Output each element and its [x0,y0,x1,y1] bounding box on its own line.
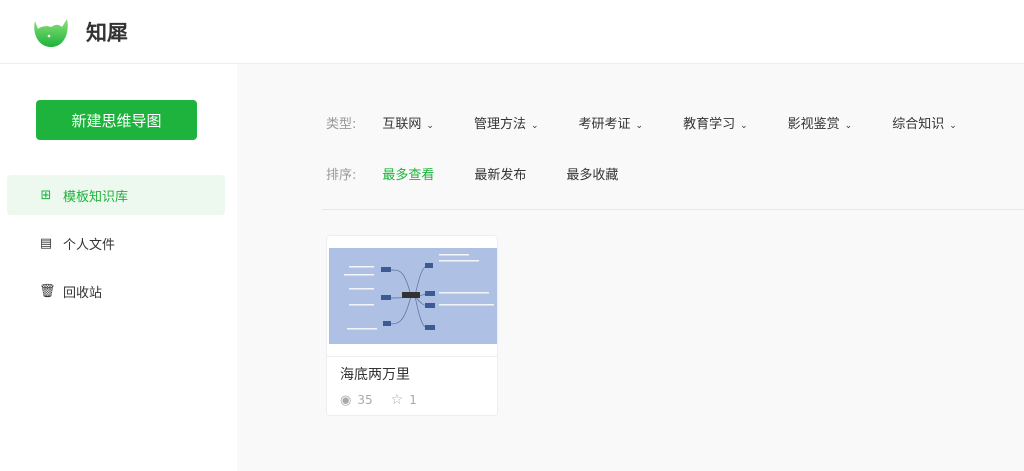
sidebar-item-label: 模板知识库 [63,189,129,205]
card-stats: ◉ 35 ☆ 1 [340,392,417,408]
sort-row: 排序: 最多查看 最新发布 最多收藏 [326,164,658,183]
chevron-down-icon: ⌄ [844,121,853,131]
sort-label: 排序: [326,168,357,183]
type-option[interactable]: 影视鉴赏 ⌄ [788,113,853,132]
header: 知犀 [0,0,1024,64]
type-option[interactable]: 互联网 ⌄ [382,113,434,132]
eye-icon: ◉ [340,392,352,408]
sidebar-item-personal-files[interactable]: ▤ 个人文件 [7,223,225,263]
rhino-logo-icon [34,18,68,47]
file-icon: ▤ [39,235,53,251]
type-filter-row: 类型: 互联网 ⌄ 管理方法 ⌄ 考研考证 ⌄ 教育学习 ⌄ 影视鉴赏 ⌄ 综合知识 ⌄ [326,113,997,132]
sort-most-viewed[interactable]: 最多查看 [382,164,434,183]
mindmap-thumbnail [329,248,497,344]
main-content: 类型: 互联网 ⌄ 管理方法 ⌄ 考研考证 ⌄ 教育学习 ⌄ 影视鉴赏 ⌄ 综合知识 ⌄ 排… [237,64,1024,471]
chevron-down-icon: ⌄ [635,121,644,131]
sidebar-item-label: 个人文件 [63,237,116,253]
sort-most-starred[interactable]: 最多收藏 [566,164,618,183]
chevron-down-icon: ⌄ [426,121,434,131]
card-title: 海底两万里 [340,367,410,383]
divider [327,356,497,357]
sidebar-item-trash[interactable]: 🗑 回收站 [7,271,225,311]
trash-icon: 🗑 [39,283,56,299]
chevron-down-icon: ⌄ [740,121,748,131]
type-label: 类型: [326,117,357,132]
brand-name: 知犀 [86,20,128,45]
filter-panel: 类型: 互联网 ⌄ 管理方法 ⌄ 考研考证 ⌄ 教育学习 ⌄ 影视鉴赏 ⌄ 综合知识 ⌄ 排… [322,64,1024,210]
type-option[interactable]: 教育学习 ⌄ [683,113,748,132]
sidebar-item-label: 回收站 [63,285,103,301]
sidebar-item-templates[interactable]: ⊞ 模板知识库 [7,175,225,215]
type-option[interactable]: 综合知识 ⌄ [892,113,957,132]
type-option[interactable]: 考研考证 ⌄ [579,113,644,132]
grid-icon: ⊞ [40,187,52,203]
new-mindmap-button[interactable]: 新建思维导图 [36,100,197,140]
template-card[interactable]: 海底两万里 ◉ 35 ☆ 1 [326,235,498,416]
star-count: 1 [409,393,417,407]
sidebar: 新建思维导图 ⊞ 模板知识库 ▤ 个人文件 🗑 回收站 [0,64,237,471]
view-count: 35 [357,393,373,407]
type-option[interactable]: 管理方法 ⌄ [474,113,539,132]
chevron-down-icon: ⌄ [530,121,539,131]
chevron-down-icon: ⌄ [949,121,957,131]
sort-newest[interactable]: 最新发布 [474,164,526,183]
star-icon[interactable]: ☆ [391,392,404,408]
